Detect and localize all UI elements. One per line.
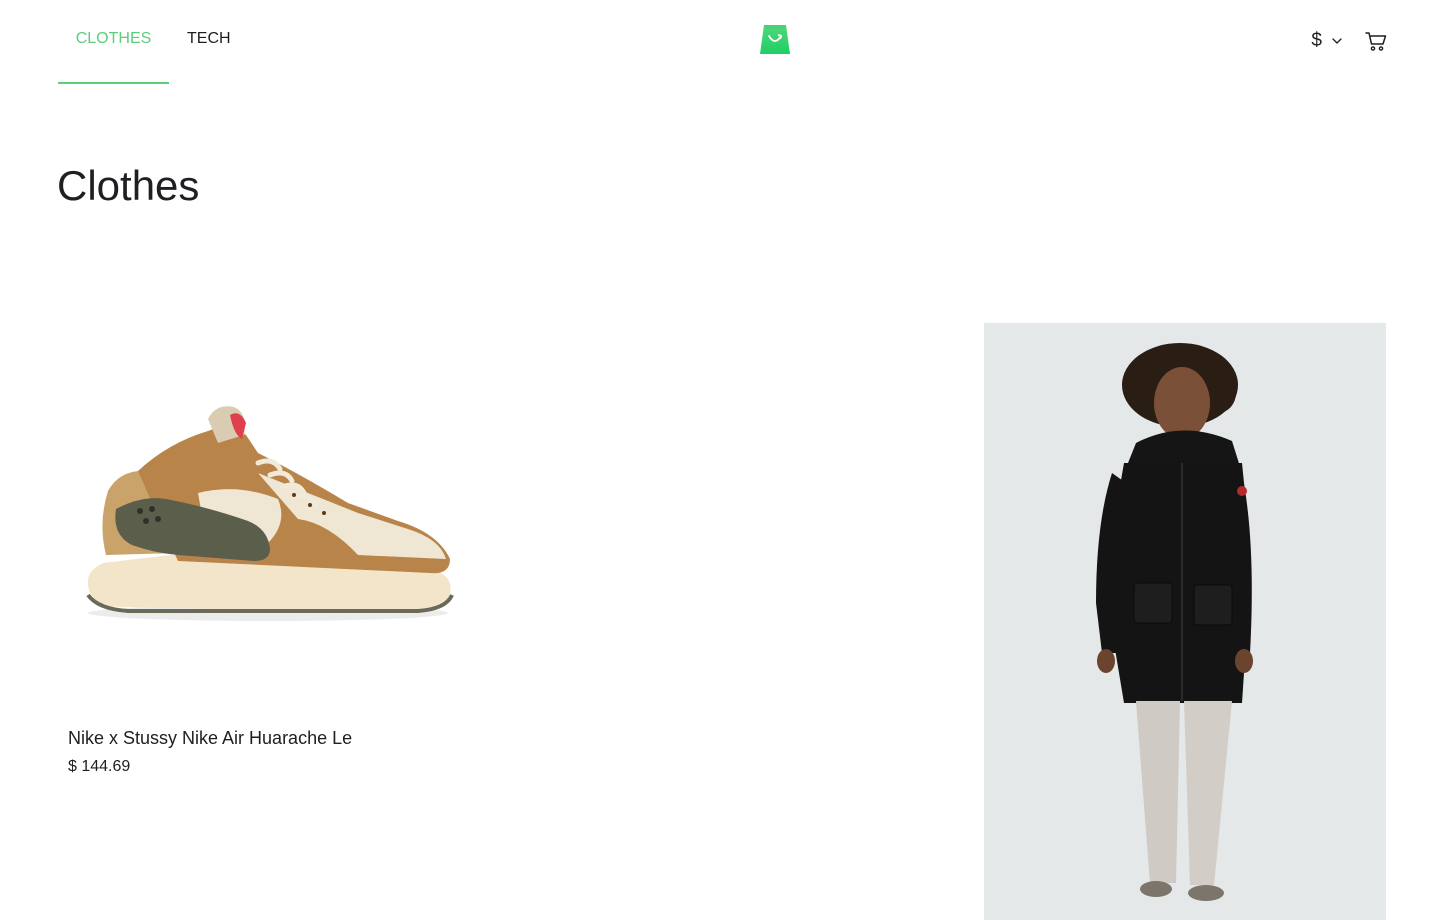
currency-symbol: $ (1311, 30, 1322, 51)
currency-switcher[interactable]: $ (1311, 30, 1342, 52)
cart-icon[interactable] (1364, 29, 1388, 53)
shopping-bag-icon[interactable] (758, 22, 792, 56)
header-actions: $ (1311, 26, 1388, 56)
product-card[interactable]: Nike x Stussy Nike Air Huarache Le $ 144… (58, 323, 460, 776)
price-currency: $ (68, 758, 77, 775)
category-nav: CLOTHES TECH (58, 0, 249, 84)
site-header: CLOTHES TECH $ (0, 0, 1440, 84)
tab-tech[interactable]: TECH (169, 0, 249, 84)
price-amount: 144.69 (81, 758, 131, 775)
sneaker-image[interactable] (58, 323, 460, 710)
jacket-model-image[interactable] (984, 323, 1386, 920)
page-title: Clothes (57, 162, 200, 209)
product-card[interactable] (984, 323, 1386, 920)
chevron-down-icon (1332, 36, 1342, 46)
product-name: Nike x Stussy Nike Air Huarache Le (68, 728, 353, 748)
product-price: $ 144.69 (68, 758, 460, 776)
tab-clothes[interactable]: CLOTHES (58, 0, 169, 84)
